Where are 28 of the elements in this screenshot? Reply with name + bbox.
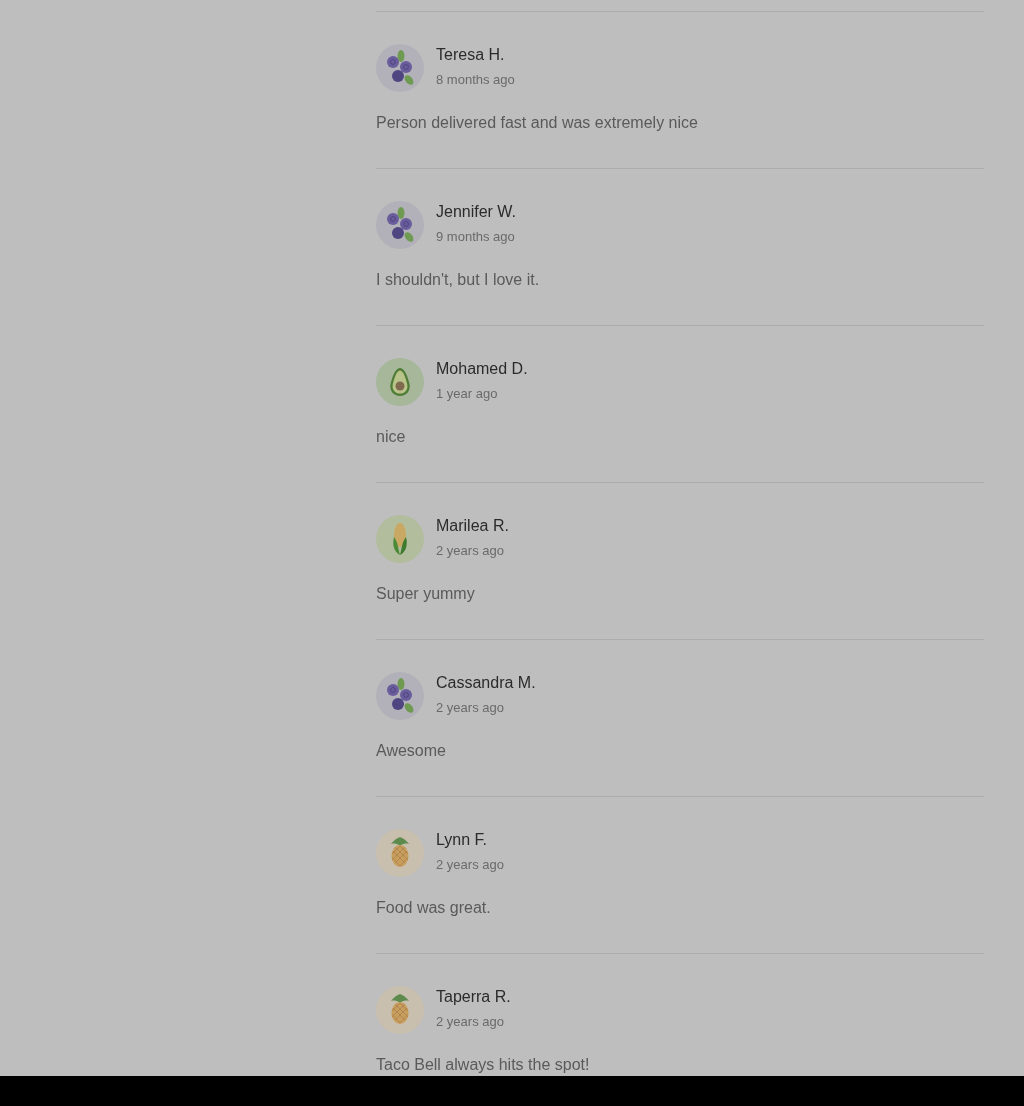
reviewer-name: Mohamed D. (436, 359, 528, 379)
review-time: 1 year ago (436, 385, 499, 403)
reviewer-name: Cassandra M. (436, 673, 536, 693)
reviewer-name: Teresa H. (436, 45, 506, 65)
review-text: nice (376, 427, 407, 447)
review-time: 8 months ago (436, 71, 515, 89)
reviewer-name: Lynn F. (436, 830, 488, 850)
review-time: 9 months ago (436, 228, 516, 246)
reviewer-name: Marilea R. (436, 516, 509, 536)
avocado-avatar-icon (376, 358, 424, 406)
review-time: 2 years ago (436, 1013, 505, 1031)
review-time: 2 years ago (436, 542, 505, 560)
blueberry-avatar-icon (376, 44, 424, 92)
review-text: Food was great. (376, 898, 492, 918)
review-text: Taco Bell always hits the spot! (376, 1055, 591, 1075)
corn-avatar-icon (376, 515, 424, 563)
review-text: Super yummy (376, 584, 476, 604)
review-time: 2 years ago (436, 856, 504, 874)
blueberry-avatar-icon (376, 672, 424, 720)
pineapple-avatar-icon (376, 986, 424, 1034)
review-text: I shouldn't, but I love it. (376, 270, 541, 290)
review-text: Person delivered fast and was extremely nice (376, 113, 699, 133)
review-time: 2 years ago (436, 699, 505, 717)
blueberry-avatar-icon (376, 201, 424, 249)
pineapple-avatar-icon (376, 829, 424, 877)
reviewer-name: Jennifer W. (436, 202, 517, 222)
reviewer-name: Taperra R. (436, 987, 511, 1007)
review-text: Awesome (376, 741, 447, 761)
